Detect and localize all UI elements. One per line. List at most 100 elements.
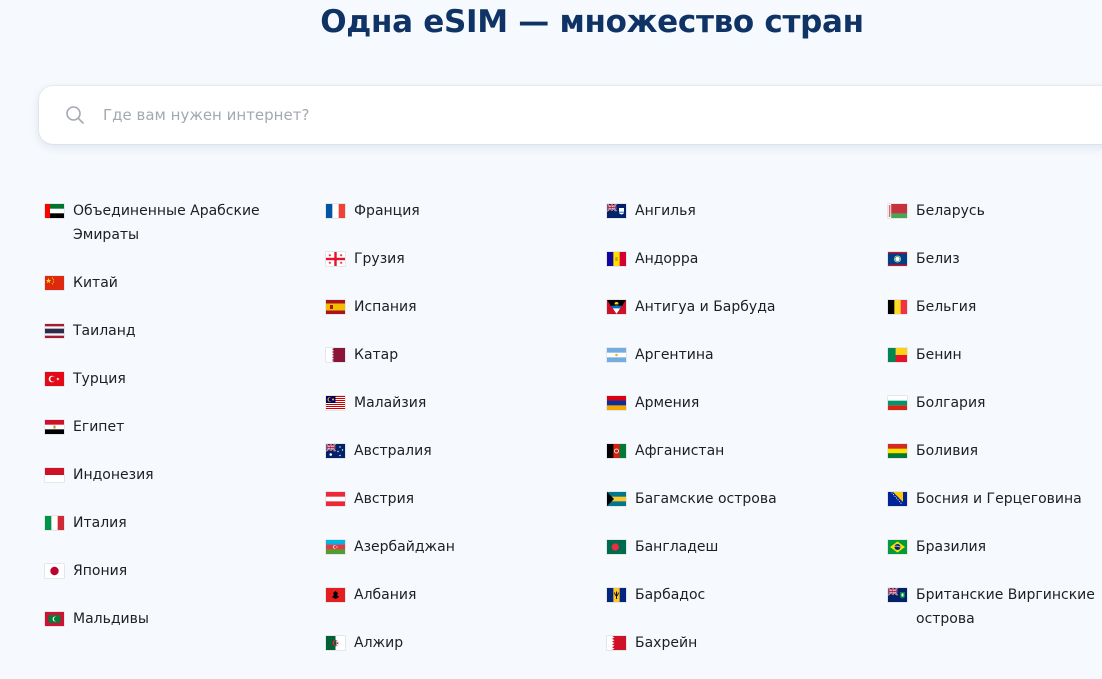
country-name: Австрия — [354, 491, 415, 507]
country-item-bz[interactable]: Белиз — [888, 247, 1100, 271]
flag-fr-icon — [326, 204, 345, 218]
flag-bh-icon — [607, 636, 626, 650]
country-name: Бангладеш — [635, 539, 719, 555]
country-item-bj[interactable]: Бенин — [888, 343, 1100, 367]
country-name: Болгария — [916, 395, 986, 411]
country-column-3: Ангилья Андорра Антигуа и Барбуда Аргентина… — [607, 199, 857, 679]
country-name: Андорра — [635, 251, 699, 267]
country-item-bg[interactable]: Болгария — [888, 391, 1100, 415]
country-item-bs[interactable]: Багамские острова — [607, 487, 857, 511]
flag-bz-icon — [888, 252, 907, 266]
page-title: Одна eSIM — множество стран — [320, 4, 864, 40]
country-item-ag[interactable]: Антигуа и Барбуда — [607, 295, 857, 319]
country-item-my[interactable]: Малайзия — [326, 391, 576, 415]
flag-bj-icon — [888, 348, 907, 362]
country-item-az[interactable]: Азербайджан — [326, 535, 576, 559]
country-name: Белиз — [916, 251, 960, 267]
country-item-mv[interactable]: Мальдивы — [45, 607, 295, 631]
country-column-2: Франция Грузия Испания Катар Малайзия Австрал… — [326, 199, 576, 679]
flag-tr-icon — [45, 372, 64, 386]
flag-by-icon — [888, 204, 907, 218]
country-name: Турция — [73, 371, 126, 387]
flag-es-icon — [326, 300, 345, 314]
country-item-jp[interactable]: Япония — [45, 559, 295, 583]
country-name: Австралия — [354, 443, 432, 459]
country-name: Беларусь — [916, 203, 985, 219]
country-name: Боливия — [916, 443, 978, 459]
country-item-af[interactable]: Афганистан — [607, 439, 857, 463]
country-item-am[interactable]: Армения — [607, 391, 857, 415]
country-column-1: Объединенные Арабские Эмираты Китай Таилан… — [45, 199, 295, 655]
country-item-qa[interactable]: Катар — [326, 343, 576, 367]
country-name: Бахрейн — [635, 635, 698, 651]
country-item-bb[interactable]: Барбадос — [607, 583, 857, 607]
flag-dz-icon — [326, 636, 345, 650]
country-item-cn[interactable]: Китай — [45, 271, 295, 295]
search-input[interactable] — [103, 86, 1083, 144]
flag-at-icon — [326, 492, 345, 506]
country-item-ba[interactable]: Босния и Герцеговина — [888, 487, 1100, 511]
flag-ag-icon — [607, 300, 626, 314]
country-name: Барбадос — [635, 587, 706, 603]
country-item-al[interactable]: Албания — [326, 583, 576, 607]
country-name: Британские Виргинские острова — [916, 587, 1095, 627]
country-item-es[interactable]: Испания — [326, 295, 576, 319]
search-box[interactable] — [39, 86, 1102, 144]
country-name: Бельгия — [916, 299, 977, 315]
country-item-id[interactable]: Индонезия — [45, 463, 295, 487]
country-item-it[interactable]: Италия — [45, 511, 295, 535]
flag-ad-icon — [607, 252, 626, 266]
country-name: Афганистан — [635, 443, 725, 459]
country-item-be[interactable]: Бельгия — [888, 295, 1100, 319]
country-name: Малайзия — [354, 395, 427, 411]
country-name: Италия — [73, 515, 127, 531]
flag-my-icon — [326, 396, 345, 410]
country-item-at[interactable]: Австрия — [326, 487, 576, 511]
country-name: Бенин — [916, 347, 962, 363]
flag-ai-icon — [607, 204, 626, 218]
flag-az-icon — [326, 540, 345, 554]
country-name: Испания — [354, 299, 417, 315]
flag-th-icon — [45, 324, 64, 338]
country-name: Египет — [73, 419, 125, 435]
flag-jp-icon — [45, 564, 64, 578]
country-name: Багамские острова — [635, 491, 777, 507]
country-item-au[interactable]: Австралия — [326, 439, 576, 463]
country-item-ar[interactable]: Аргентина — [607, 343, 857, 367]
flag-qa-icon — [326, 348, 345, 362]
country-item-eg[interactable]: Египет — [45, 415, 295, 439]
country-item-bo[interactable]: Боливия — [888, 439, 1100, 463]
flag-cn-icon — [45, 276, 64, 290]
country-name: Босния и Герцеговина — [916, 491, 1082, 507]
country-item-ae[interactable]: Объединенные Арабские Эмираты — [45, 199, 295, 247]
country-name: Алжир — [354, 635, 404, 651]
country-name: Япония — [73, 563, 128, 579]
country-item-ad[interactable]: Андорра — [607, 247, 857, 271]
flag-be-icon — [888, 300, 907, 314]
country-name: Албания — [354, 587, 417, 603]
flag-bg-icon — [888, 396, 907, 410]
country-name: Таиланд — [73, 323, 136, 339]
country-item-th[interactable]: Таиланд — [45, 319, 295, 343]
flag-bs-icon — [607, 492, 626, 506]
country-item-dz[interactable]: Алжир — [326, 631, 576, 655]
country-name: Грузия — [354, 251, 405, 267]
country-item-fr[interactable]: Франция — [326, 199, 576, 223]
country-item-bh[interactable]: Бахрейн — [607, 631, 857, 655]
country-item-vg[interactable]: Британские Виргинские острова — [888, 583, 1100, 631]
flag-it-icon — [45, 516, 64, 530]
country-name: Китай — [73, 275, 118, 291]
country-item-ai[interactable]: Ангилья — [607, 199, 857, 223]
country-column-4: Беларусь Белиз Бельгия Бенин Болгария Боливия… — [888, 199, 1100, 655]
country-item-tr[interactable]: Турция — [45, 367, 295, 391]
flag-vg-icon — [888, 588, 907, 602]
flag-ae-icon — [45, 204, 64, 218]
country-name: Антигуа и Барбуда — [635, 299, 776, 315]
country-item-br[interactable]: Бразилия — [888, 535, 1100, 559]
country-item-bd[interactable]: Бангладеш — [607, 535, 857, 559]
country-item-ge[interactable]: Грузия — [326, 247, 576, 271]
country-name: Мальдивы — [73, 611, 149, 627]
flag-ar-icon — [607, 348, 626, 362]
flag-am-icon — [607, 396, 626, 410]
country-item-by[interactable]: Беларусь — [888, 199, 1100, 223]
